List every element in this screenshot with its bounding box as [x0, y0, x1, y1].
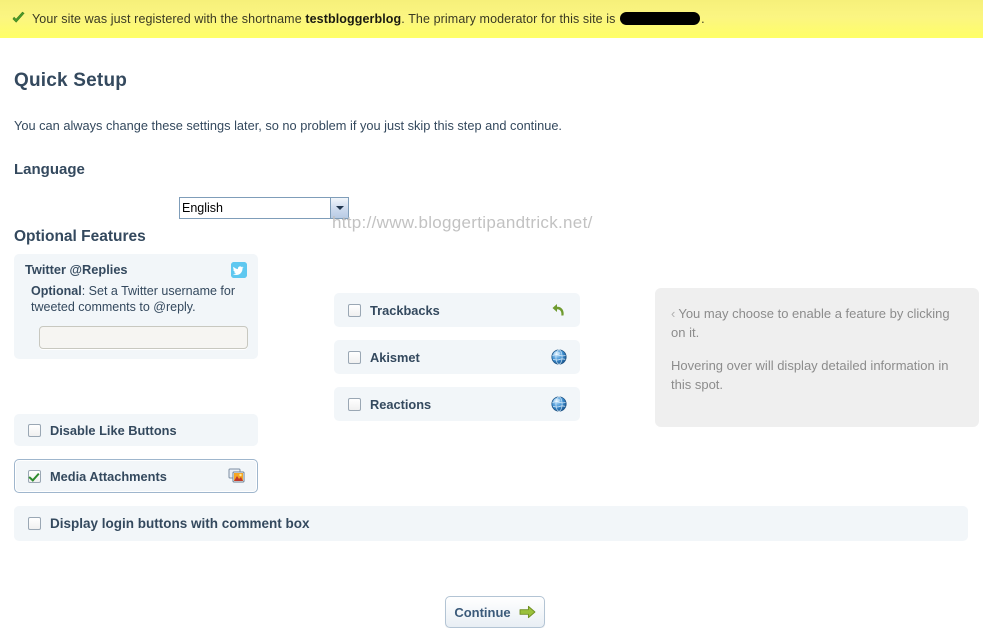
globe-icon: [550, 348, 568, 366]
twitter-desc-bold: Optional: [31, 284, 82, 298]
notice-text: Your site was just registered with the s…: [32, 12, 705, 26]
feature-label: Reactions: [370, 396, 432, 412]
twitter-card-header: Twitter @Replies: [25, 262, 247, 278]
checkbox-display-login-buttons[interactable]: [28, 517, 41, 530]
feature-label: Akismet: [370, 349, 420, 365]
globe-icon: [550, 395, 568, 413]
registration-notice-banner: Your site was just registered with the s…: [0, 0, 983, 38]
language-select-wrapper[interactable]: English: [179, 197, 349, 219]
info-panel-line-2: Hovering over will display detailed info…: [671, 358, 949, 392]
optional-features-heading: Optional Features: [14, 228, 146, 245]
notice-text-middle: . The primary moderator for this site is: [401, 12, 620, 26]
language-label: Language: [14, 161, 85, 178]
feature-label: Media Attachments: [50, 468, 167, 484]
continue-button-label: Continue: [454, 604, 511, 620]
green-check-icon: [12, 11, 25, 23]
page-title: Quick Setup: [14, 70, 128, 91]
feature-row: Media Attachments: [15, 460, 257, 492]
twitter-card-title: Twitter @Replies: [25, 262, 128, 277]
continue-button[interactable]: Continue: [445, 596, 545, 628]
setup-page: Quick Setup You can always change these …: [0, 38, 983, 628]
feature-card-akismet[interactable]: Akismet: [334, 340, 580, 374]
checkbox-disable-like-buttons[interactable]: [28, 423, 41, 437]
media-attachment-icon: [228, 467, 246, 485]
redacted-moderator-name: [620, 12, 701, 25]
undo-arrow-icon: [550, 301, 568, 319]
twitter-bird-icon: [231, 262, 247, 278]
twitter-card-description: Optional: Set a Twitter username for twe…: [25, 283, 247, 315]
site-watermark: http://www.bloggertipandtrick.net/: [332, 213, 593, 232]
feature-card-trackbacks[interactable]: Trackbacks: [334, 293, 580, 327]
feature-card-media-attachments[interactable]: Media Attachments: [14, 459, 258, 493]
info-panel-line-1-text: You may choose to enable a feature by cl…: [671, 306, 950, 340]
feature-label: Trackbacks: [370, 302, 440, 318]
checkbox-akismet[interactable]: [348, 350, 361, 364]
feature-row: Display login buttons with comment box: [15, 507, 967, 540]
feature-info-panel: ‹ You may choose to enable a feature by c…: [655, 288, 979, 427]
language-select[interactable]: English: [179, 197, 349, 219]
language-row: Language: [14, 158, 414, 186]
feature-card-twitter-replies[interactable]: Twitter @Replies Optional: Set a Twitter…: [14, 254, 258, 359]
twitter-username-input[interactable]: [39, 326, 248, 349]
notice-text-before: Your site was just registered with the s…: [32, 12, 306, 26]
green-right-arrow-icon: [519, 605, 536, 619]
feature-row: Trackbacks: [335, 294, 579, 326]
notice-shortname: testbloggerblog: [305, 12, 402, 26]
feature-row: Akismet: [335, 341, 579, 373]
feature-card-display-login-buttons[interactable]: Display login buttons with comment box: [14, 506, 968, 541]
checkbox-media-attachments[interactable]: [28, 469, 41, 483]
page-subtitle: You can always change these settings lat…: [14, 118, 562, 133]
feature-row: Disable Like Buttons: [15, 415, 257, 445]
notice-text-after: .: [701, 12, 705, 26]
feature-label: Disable Like Buttons: [50, 422, 177, 438]
chevron-left-icon: ‹: [671, 306, 676, 321]
checkbox-trackbacks[interactable]: [348, 303, 361, 317]
checkbox-reactions[interactable]: [348, 397, 361, 411]
feature-label: Display login buttons with comment box: [50, 516, 310, 531]
info-panel-line-1: ‹ You may choose to enable a feature by c…: [671, 304, 961, 342]
feature-card-reactions[interactable]: Reactions: [334, 387, 580, 421]
feature-card-disable-like-buttons[interactable]: Disable Like Buttons: [14, 414, 258, 446]
feature-row: Reactions: [335, 388, 579, 420]
